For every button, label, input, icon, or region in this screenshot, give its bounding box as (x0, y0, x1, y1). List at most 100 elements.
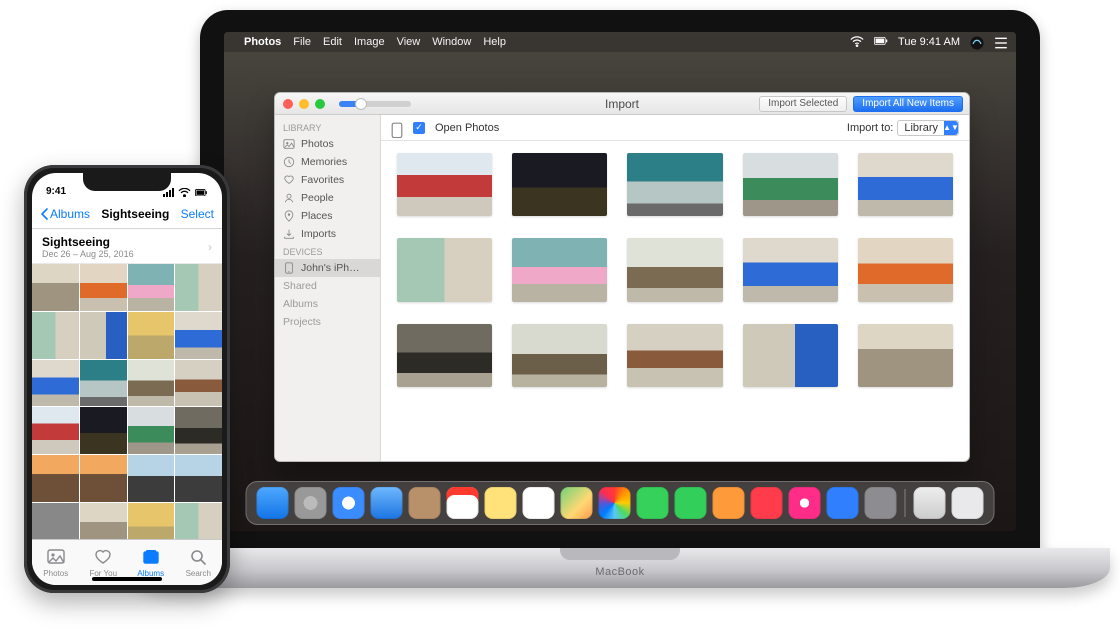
menu-edit[interactable]: Edit (323, 36, 342, 48)
photo-thumbnail[interactable] (32, 264, 79, 311)
photo-thumbnail[interactable] (175, 455, 222, 502)
photo-thumbnail[interactable] (128, 455, 175, 502)
menu-file[interactable]: File (293, 36, 311, 48)
home-indicator[interactable] (92, 577, 162, 581)
import-thumbnail-grid[interactable] (381, 141, 969, 461)
import-thumbnail[interactable] (627, 324, 722, 387)
menubar-clock[interactable]: Tue 9:41 AM (898, 36, 960, 48)
import-thumbnail[interactable] (512, 324, 607, 387)
photo-thumbnail[interactable] (128, 312, 175, 359)
dock-itunes-icon[interactable] (789, 487, 821, 519)
photo-thumbnail[interactable] (32, 455, 79, 502)
photo-thumbnail[interactable] (80, 503, 127, 539)
siri-icon[interactable] (970, 36, 984, 48)
photo-thumbnail[interactable] (128, 503, 175, 539)
app-menu[interactable]: Photos (244, 36, 281, 48)
dock-mail-icon[interactable] (371, 487, 403, 519)
photo-thumbnail[interactable] (80, 312, 127, 359)
menu-window[interactable]: Window (432, 36, 471, 48)
sidebar-item-imports[interactable]: Imports (275, 225, 380, 243)
import-thumbnail[interactable] (397, 238, 492, 301)
dock-news-icon[interactable] (751, 487, 783, 519)
photo-thumbnail[interactable] (175, 407, 222, 454)
dock-maps-icon[interactable] (561, 487, 593, 519)
dock-downloads-icon[interactable] (914, 487, 946, 519)
sidebar-item-albums[interactable]: Albums (275, 295, 380, 313)
photo-thumbnail[interactable] (80, 264, 127, 311)
import-thumbnail[interactable] (858, 324, 953, 387)
sidebar-item-favorites[interactable]: Favorites (275, 171, 380, 189)
import-thumbnail[interactable] (512, 238, 607, 301)
tab-search[interactable]: Search (175, 540, 223, 585)
dock-messages-icon[interactable] (637, 487, 669, 519)
dock-sysprefs-icon[interactable] (865, 487, 897, 519)
sidebar-item-places[interactable]: Places (275, 207, 380, 225)
tab-photos[interactable]: Photos (32, 540, 80, 585)
dock-reminders-icon[interactable] (523, 487, 555, 519)
photo-thumbnail[interactable] (80, 360, 127, 407)
import-thumbnail[interactable] (512, 153, 607, 216)
photo-thumbnail[interactable] (175, 264, 222, 311)
wifi-icon (178, 188, 191, 197)
wifi-icon[interactable] (850, 36, 864, 48)
photo-thumbnail[interactable] (175, 312, 222, 359)
macos-dock[interactable] (246, 481, 995, 525)
import-thumbnail[interactable] (858, 153, 953, 216)
photo-thumbnail[interactable] (175, 360, 222, 407)
dock-notes-icon[interactable] (485, 487, 517, 519)
photo-thumbnail[interactable] (128, 264, 175, 311)
sidebar-item-projects[interactable]: Projects (275, 313, 380, 331)
dock-finder-icon[interactable] (257, 487, 289, 519)
photo-thumbnail[interactable] (32, 312, 79, 359)
sidebar-item-device[interactable]: John's iPh… (275, 259, 380, 277)
dock-appstore-icon[interactable] (827, 487, 859, 519)
menu-image[interactable]: Image (354, 36, 385, 48)
dock-trash-icon[interactable] (952, 487, 984, 519)
menu-view[interactable]: View (397, 36, 421, 48)
import-to-label: Import to: (847, 122, 893, 134)
notification-center-icon[interactable] (994, 36, 1008, 48)
import-thumbnail[interactable] (858, 238, 953, 301)
menu-help[interactable]: Help (483, 36, 506, 48)
import-to-select[interactable]: Import to: Library ▲▼ (847, 120, 959, 136)
dock-safari-icon[interactable] (333, 487, 365, 519)
import-thumbnail[interactable] (743, 238, 838, 301)
dock-launchpad-icon[interactable] (295, 487, 327, 519)
import-thumbnail[interactable] (397, 324, 492, 387)
sidebar-item-people[interactable]: People (275, 189, 380, 207)
nav-select-button[interactable]: Select (181, 207, 214, 221)
dock-calendar-icon[interactable] (447, 487, 479, 519)
photo-thumbnail[interactable] (32, 503, 79, 539)
album-photo-grid[interactable] (32, 264, 222, 539)
import-thumbnail[interactable] (743, 153, 838, 216)
sidebar-item-label: Projects (283, 316, 321, 328)
nav-back-button[interactable]: Albums (40, 207, 90, 221)
dock-contacts-icon[interactable] (409, 487, 441, 519)
macbook-device: Photos File Edit Image View Window Help (130, 10, 1110, 620)
import-thumbnail[interactable] (397, 153, 492, 216)
places-icon (283, 210, 295, 222)
import-thumbnail[interactable] (627, 153, 722, 216)
open-photos-checkbox[interactable]: ✓ (413, 122, 425, 134)
dock-books-icon[interactable] (713, 487, 745, 519)
photo-thumbnail[interactable] (80, 407, 127, 454)
photo-thumbnail[interactable] (128, 360, 175, 407)
photo-thumbnail[interactable] (128, 407, 175, 454)
dock-photos-icon[interactable] (599, 487, 631, 519)
window-titlebar[interactable]: Import Import Selected Import All New It… (275, 93, 969, 115)
photo-thumbnail[interactable] (175, 503, 222, 539)
dock-facetime-icon[interactable] (675, 487, 707, 519)
import-thumbnail[interactable] (627, 238, 722, 301)
imports-icon (283, 228, 295, 240)
photo-thumbnail[interactable] (32, 407, 79, 454)
sidebar-item-label: Places (301, 210, 333, 222)
photo-thumbnail[interactable] (80, 455, 127, 502)
import-thumbnail[interactable] (743, 324, 838, 387)
album-header[interactable]: Sightseeing Dec 26 – Aug 25, 2016 › (32, 229, 222, 264)
sidebar-item-photos[interactable]: Photos (275, 135, 380, 153)
sidebar-item-memories[interactable]: Memories (275, 153, 380, 171)
photo-thumbnail[interactable] (32, 360, 79, 407)
sidebar-item-shared[interactable]: Shared (275, 277, 380, 295)
battery-icon[interactable] (874, 36, 888, 48)
macos-menubar[interactable]: Photos File Edit Image View Window Help (224, 32, 1016, 52)
